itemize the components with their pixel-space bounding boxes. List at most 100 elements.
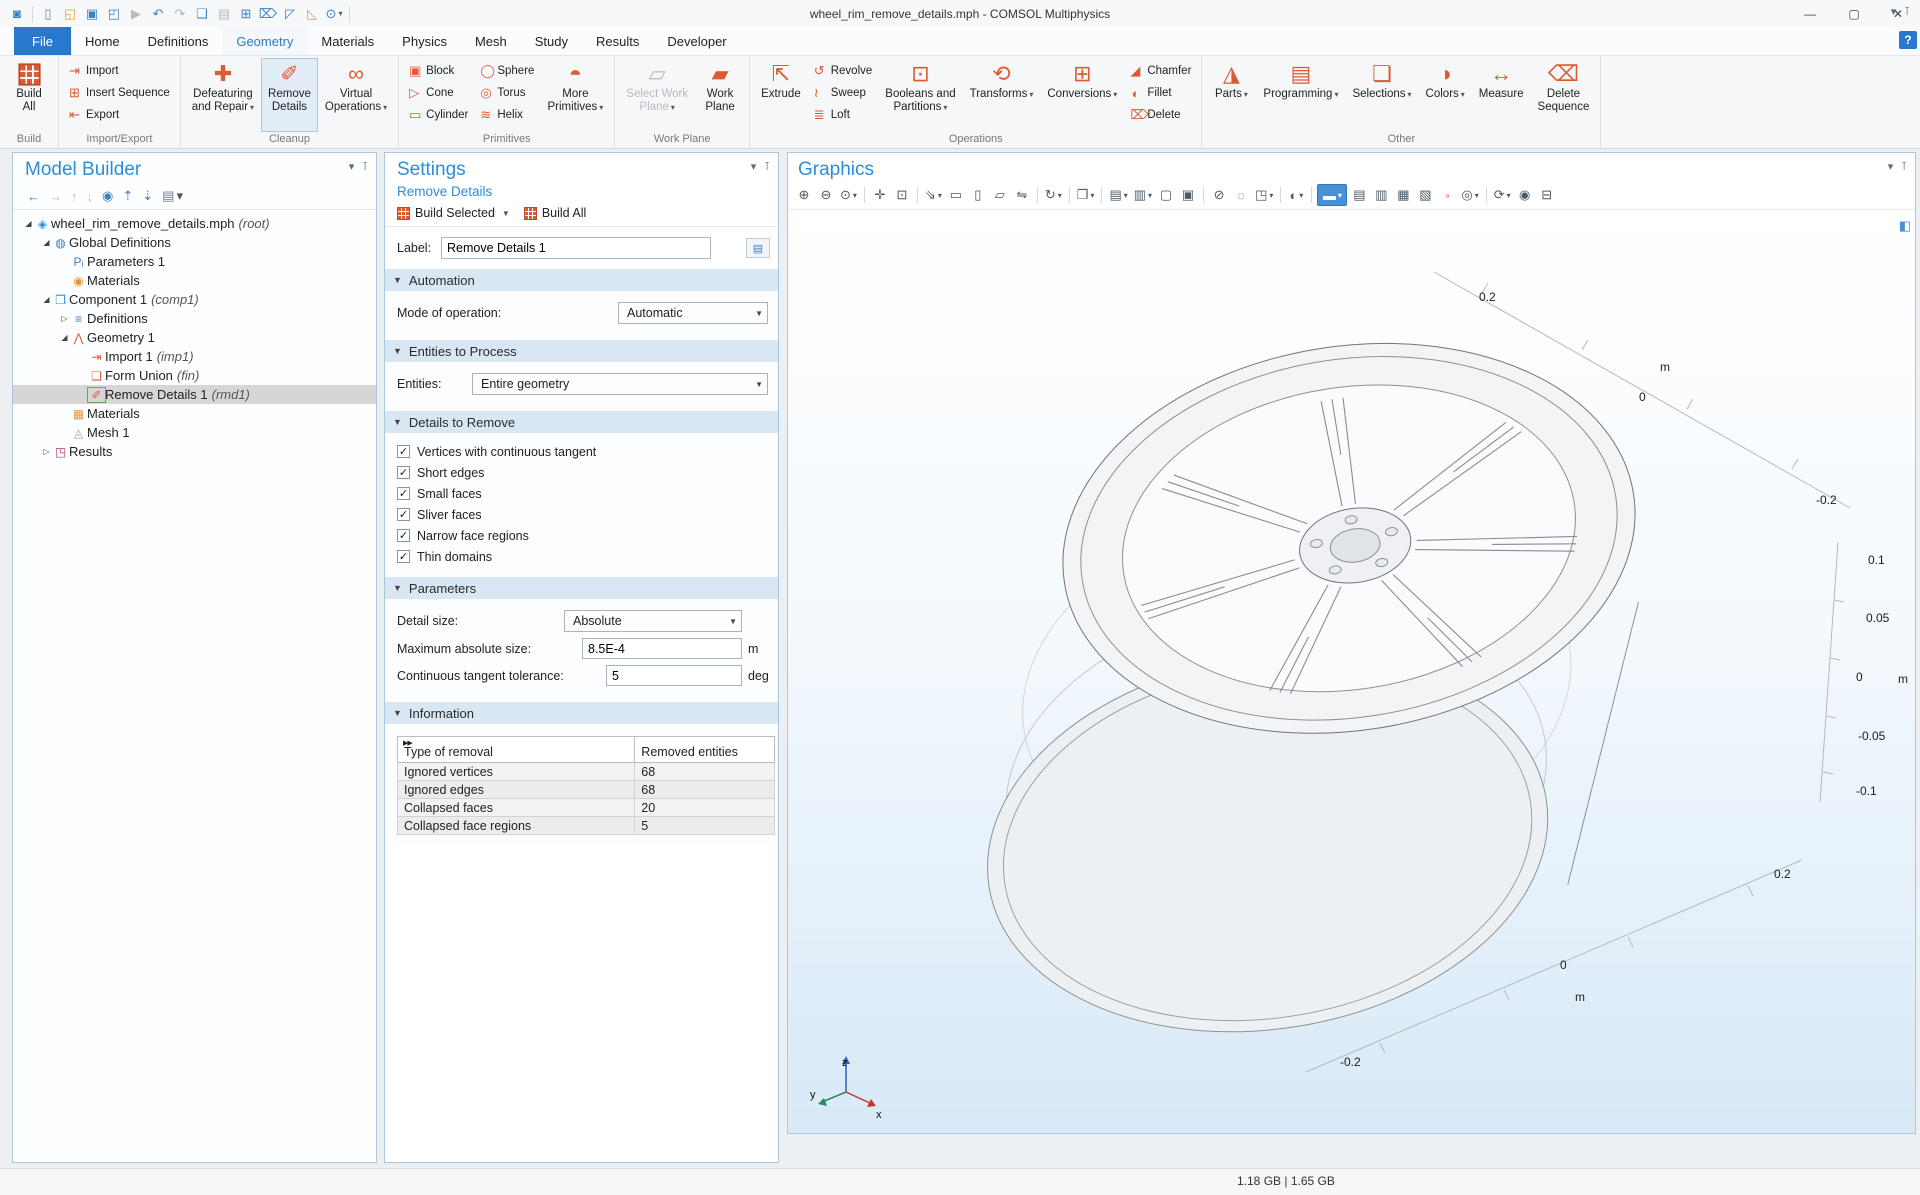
- insert-sequence-button[interactable]: ⊞Insert Sequence: [65, 82, 174, 104]
- transparency-button[interactable]: ◦: [1437, 184, 1457, 206]
- zoom-extents-button[interactable]: ⊙▾: [838, 184, 859, 206]
- extrude-button[interactable]: ⇱Extrude: [754, 58, 808, 132]
- tree-node-geometry-1[interactable]: ◢⋀Geometry 1: [13, 328, 376, 347]
- tree-node-import-1[interactable]: ⇥Import 1(imp1): [13, 347, 376, 366]
- settings-node-link[interactable]: Remove Details: [385, 181, 778, 199]
- tree-expand-arrow[interactable]: ▷: [59, 314, 70, 323]
- model-tree-node-text-icon[interactable]: ▤▾: [162, 188, 183, 204]
- torus-button[interactable]: ◎Torus: [476, 82, 538, 104]
- menu-tab-mesh[interactable]: Mesh: [461, 27, 521, 55]
- save-icon[interactable]: ▣: [81, 4, 103, 24]
- block-button[interactable]: ▣Block: [405, 60, 472, 82]
- import-button[interactable]: ⇥Import: [65, 60, 174, 82]
- clear-selection-icon[interactable]: ◺: [301, 4, 323, 24]
- measure-button[interactable]: ↔Measure: [1472, 58, 1531, 132]
- section-entities-to-process[interactable]: ▼ Entities to Process: [385, 340, 778, 362]
- color-palette-button[interactable]: ◐▾: [1286, 184, 1306, 206]
- checkbox-narrow-face-regions[interactable]: ✓Narrow face regions: [397, 525, 768, 546]
- move-down-icon[interactable]: ↓: [87, 189, 94, 204]
- checkbox-small-faces[interactable]: ✓Small faces: [397, 483, 768, 504]
- pin-icon[interactable]: ⊺: [764, 160, 770, 173]
- duplicate-icon[interactable]: ⊞: [235, 4, 257, 24]
- max-absolute-size-input[interactable]: [582, 638, 742, 659]
- named-selection-button[interactable]: ▤: [746, 238, 770, 258]
- cylinder-button[interactable]: ▭Cylinder: [405, 104, 472, 126]
- label-input[interactable]: [441, 237, 711, 259]
- graphics-side-toggle-icon[interactable]: ◧: [1899, 218, 1911, 234]
- tree-node-wheel-rim-remove-details-mph[interactable]: ◢◈wheel_rim_remove_details.mph(root): [13, 214, 376, 233]
- panel-menu-icon[interactable]: ▾: [1891, 5, 1897, 18]
- transforms-button[interactable]: ⟲Transforms▾: [963, 58, 1041, 132]
- loft-button[interactable]: ≣Loft: [810, 104, 877, 126]
- menu-tab-home[interactable]: Home: [71, 27, 134, 55]
- help-button[interactable]: ?: [1899, 31, 1917, 49]
- maximize-button[interactable]: ▢: [1832, 0, 1876, 27]
- build-all-button[interactable]: BuildAll: [4, 58, 54, 132]
- panel-menu-icon[interactable]: ▾: [349, 160, 355, 173]
- tree-node-form-union[interactable]: ❏Form Union(fin): [13, 366, 376, 385]
- menu-tab-physics[interactable]: Physics: [388, 27, 461, 55]
- tree-collapse-arrow[interactable]: ◢: [41, 295, 52, 304]
- animation-export-button[interactable]: ▥▾: [1132, 184, 1154, 206]
- revolve-button[interactable]: ↺Revolve: [810, 60, 877, 82]
- menu-tab-file[interactable]: File: [14, 27, 71, 55]
- tree-expand-arrow[interactable]: ▷: [41, 447, 52, 456]
- defeaturing-and-repair-button[interactable]: ✚Defeaturingand Repair▾: [185, 58, 261, 132]
- select-work-plane-button[interactable]: ▱Select WorkPlane▾: [619, 58, 695, 132]
- tree-node-remove-details-1[interactable]: ✐Remove Details 1(rmd1): [13, 385, 376, 404]
- zoom-selected-button[interactable]: ◌: [1231, 184, 1251, 206]
- cone-button[interactable]: ▷Cone: [405, 82, 472, 104]
- view-along-y-button[interactable]: ▯: [968, 184, 988, 206]
- rotate-view-button[interactable]: ↻▾: [1043, 184, 1064, 206]
- search-icon[interactable]: ⊙▾: [323, 4, 345, 24]
- pin-icon[interactable]: ⊺: [362, 160, 368, 173]
- expand-all-icon[interactable]: ⇣: [142, 188, 153, 204]
- image-snapshot-button[interactable]: ▤▾: [1107, 184, 1129, 206]
- view-along-z-button[interactable]: ▱: [990, 184, 1010, 206]
- section-automation[interactable]: ▼ Automation: [385, 269, 778, 291]
- tree-node-component-1[interactable]: ◢❒Component 1(comp1): [13, 290, 376, 309]
- tree-node-materials[interactable]: ◉Materials: [13, 271, 376, 290]
- show-grid-button[interactable]: ▤: [1349, 184, 1369, 206]
- graphics-canvas[interactable]: ◧: [788, 209, 1915, 1133]
- export-button[interactable]: ⇤Export: [65, 104, 174, 126]
- show-selection-colors-button[interactable]: ▦: [1393, 184, 1413, 206]
- show-material-color-button[interactable]: ▥: [1371, 184, 1391, 206]
- menu-tab-study[interactable]: Study: [521, 27, 582, 55]
- delete-icon[interactable]: ⌦: [257, 4, 279, 24]
- tree-collapse-arrow[interactable]: ◢: [59, 333, 70, 342]
- section-information[interactable]: ▼ Information: [385, 702, 778, 724]
- information-table-row[interactable]: Ignored vertices68: [398, 763, 775, 781]
- copy-icon[interactable]: ❏: [191, 4, 213, 24]
- continuous-tangent-tolerance-input[interactable]: [606, 665, 742, 686]
- conversions-button[interactable]: ⊞Conversions▾: [1040, 58, 1124, 132]
- tree-node-global-definitions[interactable]: ◢◍Global Definitions: [13, 233, 376, 252]
- tree-node-parameters-1[interactable]: PᵢParameters 1: [13, 252, 376, 271]
- scene-layers-button[interactable]: ❐▾: [1075, 184, 1097, 206]
- checkbox-short-edges[interactable]: ✓Short edges: [397, 462, 768, 483]
- work-plane-button[interactable]: ▰WorkPlane: [695, 58, 745, 132]
- information-table-row[interactable]: Collapsed face regions5: [398, 817, 775, 835]
- helix-button[interactable]: ≋Helix: [476, 104, 538, 126]
- move-up-icon[interactable]: ↑: [71, 189, 78, 204]
- tree-node-mesh-1[interactable]: ◬Mesh 1: [13, 423, 376, 442]
- pan-button[interactable]: ✛: [870, 184, 890, 206]
- section-parameters[interactable]: ▼ Parameters: [385, 577, 778, 599]
- paste-icon[interactable]: ▤: [213, 4, 235, 24]
- menu-tab-results[interactable]: Results: [582, 27, 653, 55]
- sweep-button[interactable]: ≀Sweep: [810, 82, 877, 104]
- checkbox-thin-domains[interactable]: ✓Thin domains: [397, 546, 768, 567]
- undo-icon[interactable]: ↶: [147, 4, 169, 24]
- collapse-all-icon[interactable]: ⇡: [122, 188, 133, 204]
- reset-hidden-objects-button[interactable]: ⟳▾: [1492, 184, 1513, 206]
- zoom-box-button[interactable]: ⊡: [892, 184, 912, 206]
- booleans-and-partitions-button[interactable]: ⊡Booleans andPartitions▾: [878, 58, 962, 132]
- go-to-default-view-button[interactable]: ⇘▾: [923, 184, 944, 206]
- detail-size-select[interactable]: Absolute ▼: [564, 610, 742, 632]
- pin-icon[interactable]: ⊺: [1904, 5, 1910, 18]
- menu-tab-definitions[interactable]: Definitions: [134, 27, 223, 55]
- fillet-button[interactable]: ◖Fillet: [1126, 82, 1195, 104]
- back-icon[interactable]: ←: [27, 189, 40, 204]
- colors-button[interactable]: ◑Colors▾: [1419, 58, 1472, 132]
- show-icon[interactable]: ◉: [102, 188, 113, 204]
